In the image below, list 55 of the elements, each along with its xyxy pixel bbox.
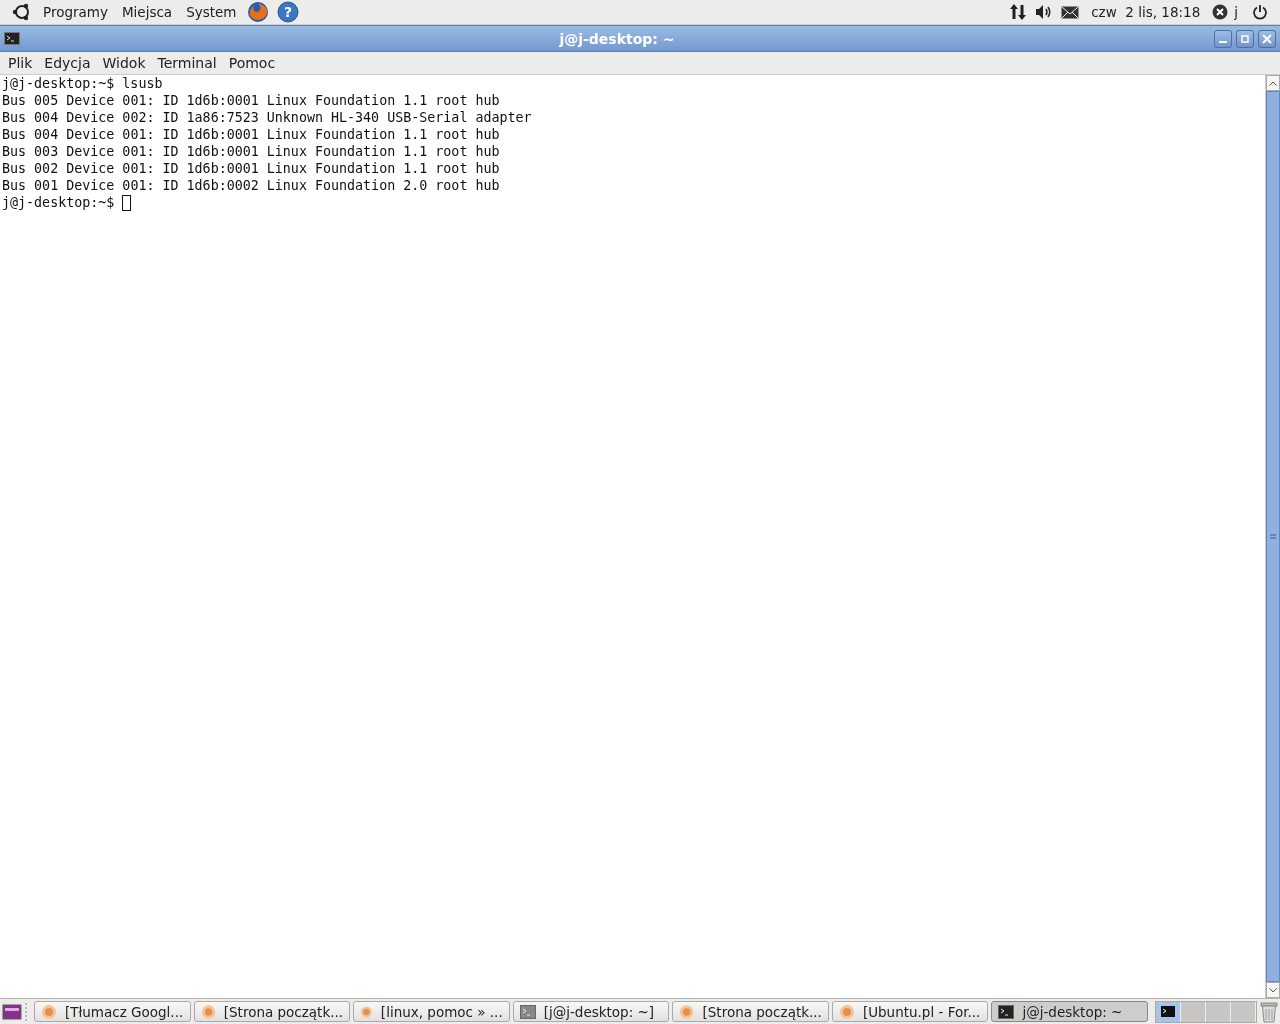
output-line: Bus 004 Device 001: ID 1d6b:0001 Linux Foundation 1.1 root hub	[2, 126, 500, 143]
help-icon[interactable]: ?	[277, 1, 300, 23]
taskbar-button[interactable]: [Strona początk...	[672, 1001, 829, 1022]
taskbar-button[interactable]: j@j-desktop: ~	[991, 1001, 1149, 1022]
clock[interactable]: czw 2 lis, 18:18	[1083, 4, 1209, 20]
network-arrows-icon[interactable]	[1009, 3, 1028, 21]
terminal-icon	[519, 1004, 536, 1019]
output-line: Bus 005 Device 001: ID 1d6b:0001 Linux Foundation 1.1 root hub	[2, 92, 500, 109]
menu-item[interactable]: Widok	[96, 55, 152, 71]
close-icon	[1262, 33, 1272, 44]
workspace-switcher-cell[interactable]	[1181, 1001, 1207, 1022]
browser-icon	[838, 1003, 855, 1020]
browser-icon	[679, 1003, 695, 1020]
maximize-icon	[1240, 33, 1250, 44]
shell-prompt: j@j-desktop:~$	[2, 194, 115, 211]
close-button[interactable]	[1258, 29, 1276, 48]
workspace-switcher-cell[interactable]	[1231, 1001, 1257, 1022]
scroll-up-button[interactable]	[1266, 75, 1280, 91]
output-line: Bus 003 Device 001: ID 1d6b:0001 Linux Foundation 1.1 root hub	[2, 143, 500, 160]
panel-menu[interactable]: System	[179, 4, 244, 20]
terminal-icon	[4, 32, 20, 45]
workspace-switcher-cell[interactable]	[1206, 1001, 1232, 1022]
output-line: Bus 004 Device 002: ID 1a86:7523 Unknown HL-340 USB-Serial adapter	[2, 109, 532, 126]
output-line: Bus 001 Device 001: ID 1d6b:0002 Linux Foundation 2.0 root hub	[2, 177, 500, 194]
scroll-down-button[interactable]	[1266, 982, 1280, 998]
text-cursor	[122, 194, 132, 211]
panel-menu[interactable]: Programy	[36, 4, 115, 20]
menu-item[interactable]: Pomoc	[222, 55, 282, 71]
show-desktop-icon[interactable]	[2, 1002, 22, 1021]
menu-item[interactable]: Terminal	[151, 55, 223, 71]
browser-icon	[200, 1003, 216, 1020]
taskbar-button[interactable]: [Ubuntu.pl - For...	[831, 1001, 989, 1022]
taskbar-button[interactable]: [Strona początk...	[193, 1001, 351, 1022]
browser-icon	[360, 1003, 373, 1020]
minimize-button[interactable]	[1214, 29, 1232, 48]
command-text: lsusb	[122, 75, 163, 92]
panel-menu[interactable]: Miejsca	[114, 4, 180, 20]
minimize-icon	[1219, 40, 1227, 43]
maximize-button[interactable]	[1236, 29, 1254, 48]
taskbar-button[interactable]: [linux, pomoc » ...	[353, 1001, 510, 1022]
taskbar-button[interactable]: [Tłumacz Googl...	[33, 1001, 191, 1022]
power-icon[interactable]	[1252, 4, 1268, 20]
terminal-window-icon	[1161, 1006, 1176, 1017]
user-name[interactable]: j	[1232, 4, 1248, 20]
output-line: Bus 002 Device 001: ID 1d6b:0001 Linux Foundation 1.1 root hub	[2, 160, 500, 177]
workspace-switcher-cell[interactable]	[1156, 1001, 1182, 1022]
mail-icon[interactable]	[1061, 5, 1080, 19]
taskbar-button[interactable]: [j@j-desktop: ~]	[512, 1001, 670, 1022]
menu-item[interactable]: Plik	[2, 55, 39, 71]
browser-icon	[40, 1003, 57, 1020]
status-x-icon[interactable]	[1212, 4, 1229, 20]
terminal-icon	[998, 1004, 1015, 1019]
shell-prompt: j@j-desktop:~$	[2, 75, 115, 92]
menu-item[interactable]: Edycja	[38, 55, 97, 71]
window-title: j@j-desktop: ~	[558, 30, 676, 47]
